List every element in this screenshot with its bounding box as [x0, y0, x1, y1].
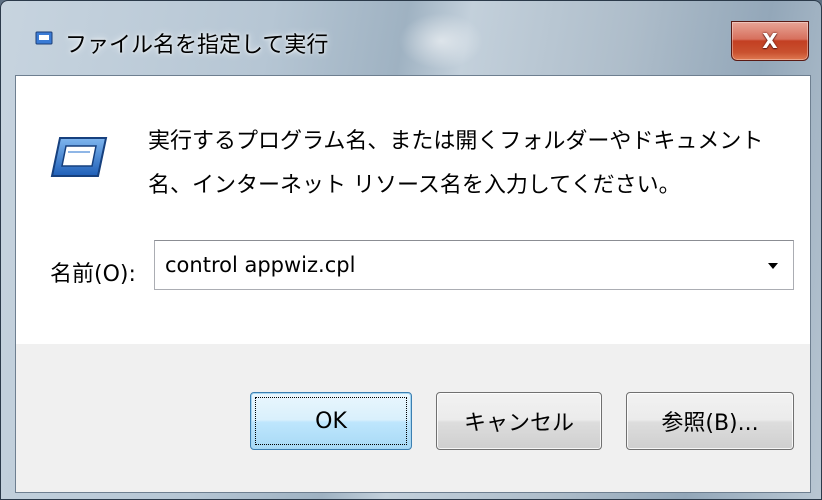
- run-dialog-window: ファイル名を指定して実行 X 実行するプログラム名、または開くフォルダーやドキュ…: [0, 0, 822, 500]
- browse-button-label: 参照(B)...: [661, 411, 759, 436]
- window-title: ファイル名を指定して実行: [65, 33, 329, 58]
- focus-rectangle: [255, 397, 407, 445]
- dialog-content-panel: 実行するプログラム名、または開くフォルダーやドキュメント名、インターネット リソ…: [16, 76, 810, 344]
- close-icon: X: [762, 29, 778, 53]
- ok-button[interactable]: OK: [250, 392, 412, 450]
- cancel-button-label: キャンセル: [463, 411, 574, 436]
- title-bar[interactable]: ファイル名を指定して実行 X: [1, 1, 821, 75]
- close-button[interactable]: X: [731, 21, 809, 61]
- dialog-client-area: 実行するプログラム名、または開くフォルダーやドキュメント名、インターネット リソ…: [15, 75, 811, 493]
- chevron-down-icon[interactable]: [763, 255, 783, 275]
- command-input[interactable]: control appwiz.cpl: [165, 253, 355, 277]
- run-icon: [35, 31, 53, 45]
- instruction-text: 実行するプログラム名、または開くフォルダーやドキュメント名、インターネット リソ…: [148, 129, 764, 198]
- name-label: 名前(O):: [50, 262, 136, 287]
- run-program-icon: [50, 137, 108, 177]
- cancel-button[interactable]: キャンセル: [436, 392, 602, 450]
- command-input-combobox[interactable]: control appwiz.cpl: [154, 240, 794, 290]
- browse-button[interactable]: 参照(B)...: [626, 392, 794, 450]
